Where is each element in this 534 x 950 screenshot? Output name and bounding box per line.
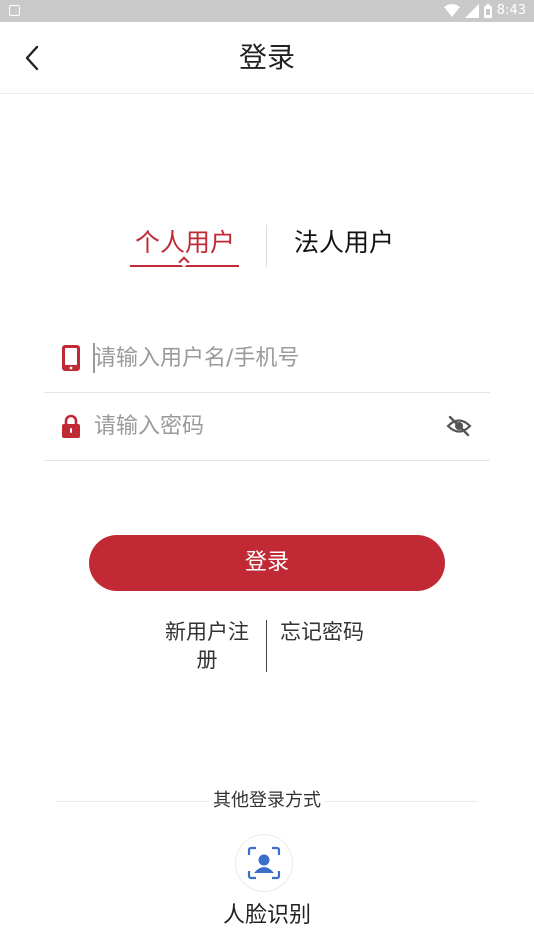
links-divider: [266, 620, 267, 672]
app-bar: 登录: [0, 22, 534, 94]
tab-personal-user[interactable]: 个人用户: [130, 222, 240, 268]
other-login-title: 其他登录方式: [209, 790, 325, 811]
battery-icon: [483, 4, 492, 18]
tab-divider: [266, 225, 267, 267]
tab-legal-user[interactable]: 法人用户: [294, 222, 404, 264]
phone-icon: [62, 345, 80, 371]
other-login-section: 其他登录方式: [56, 788, 478, 816]
signal-icon: [464, 4, 479, 18]
register-link[interactable]: 新用户注册: [156, 618, 258, 674]
status-bar: 8:43: [0, 0, 534, 22]
notification-icon: [9, 5, 20, 16]
wifi-icon: [443, 4, 460, 17]
account-links: 新用户注册 忘记密码: [0, 618, 534, 678]
lock-icon: [62, 414, 80, 438]
password-input[interactable]: [94, 407, 434, 445]
username-field-row: [44, 325, 490, 393]
username-input[interactable]: [94, 339, 434, 377]
forgot-password-link[interactable]: 忘记密码: [280, 618, 364, 646]
face-login-label: 人脸识别: [222, 903, 311, 928]
tab-label: 法人用户: [294, 228, 395, 257]
face-scan-icon: [247, 846, 281, 880]
face-login-button[interactable]: [235, 834, 293, 892]
user-type-tabs: 个人用户 法人用户: [0, 222, 534, 272]
status-time: 8:43: [496, 3, 526, 18]
eye-off-icon[interactable]: [446, 415, 472, 437]
login-button[interactable]: 登录: [89, 535, 445, 591]
password-field-row: [44, 393, 490, 461]
tab-label: 个人用户: [134, 228, 235, 257]
page-title: 登录: [238, 41, 295, 74]
